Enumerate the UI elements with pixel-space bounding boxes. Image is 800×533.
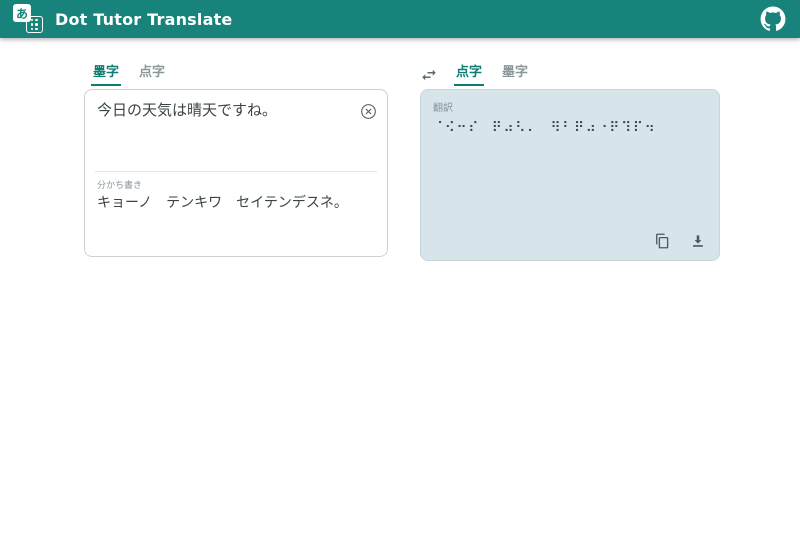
source-tab-sumiji[interactable]: 墨字 [91, 65, 121, 86]
github-link[interactable] [759, 5, 787, 33]
swap-languages-button[interactable] [420, 66, 438, 84]
target-tab-tenji[interactable]: 点字 [454, 65, 484, 86]
source-text-input[interactable]: 今日の天気は晴天ですね。 [97, 100, 358, 122]
output-actions [433, 232, 707, 250]
logo-character: あ [16, 5, 28, 22]
translation-label: 翻訳 [433, 99, 707, 114]
download-button[interactable] [689, 232, 707, 250]
copy-icon [653, 232, 671, 250]
clear-circle-icon [359, 102, 378, 121]
braille-output-text: ⠈⠪⠒⠎⠀⠟⠴⠣⠄⠀⠻⠃⠟⠴⠐⠟⠹⠏⠲ [433, 119, 707, 139]
github-icon [760, 6, 786, 32]
copy-button[interactable] [653, 232, 671, 250]
download-icon [689, 232, 707, 250]
segmented-label: 分かち書き [97, 178, 375, 191]
segmented-area: 分かち書き キョーノ テンキワ セイテンデスネ。 [85, 172, 387, 220]
source-input-area: 今日の天気は晴天ですね。 [85, 90, 387, 171]
app-title: Dot Tutor Translate [55, 10, 232, 29]
target-section: 点字 墨字 翻訳 ⠈⠪⠒⠎⠀⠟⠴⠣⠄⠀⠻⠃⠟⠴⠐⠟⠹⠏⠲ [420, 65, 720, 261]
main-content: 墨字 点字 今日の天気は晴天ですね。 分かち書き キョーノ テンキワ セイテンデ… [0, 38, 800, 261]
clear-input-button[interactable] [358, 102, 378, 122]
source-section: 墨字 点字 今日の天気は晴天ですね。 分かち書き キョーノ テンキワ セイテンデ… [84, 65, 388, 261]
translation-output-panel: 翻訳 ⠈⠪⠒⠎⠀⠟⠴⠣⠄⠀⠻⠃⠟⠴⠐⠟⠹⠏⠲ [420, 89, 720, 261]
target-tabs: 点字 墨字 [420, 65, 720, 86]
source-tab-tenji[interactable]: 点字 [137, 65, 167, 86]
app-logo: あ [13, 4, 43, 34]
target-tab-sumiji[interactable]: 墨字 [500, 65, 530, 86]
app-header: あ Dot Tutor Translate [0, 0, 800, 38]
kanji-box-icon: あ [13, 4, 31, 22]
swap-horizontal-icon [420, 66, 438, 84]
source-input-panel[interactable]: 今日の天気は晴天ですね。 分かち書き キョーノ テンキワ セイテンデスネ。 [84, 89, 388, 257]
segmented-text: キョーノ テンキワ セイテンデスネ。 [97, 194, 375, 214]
source-tabs: 墨字 点字 [84, 65, 388, 86]
